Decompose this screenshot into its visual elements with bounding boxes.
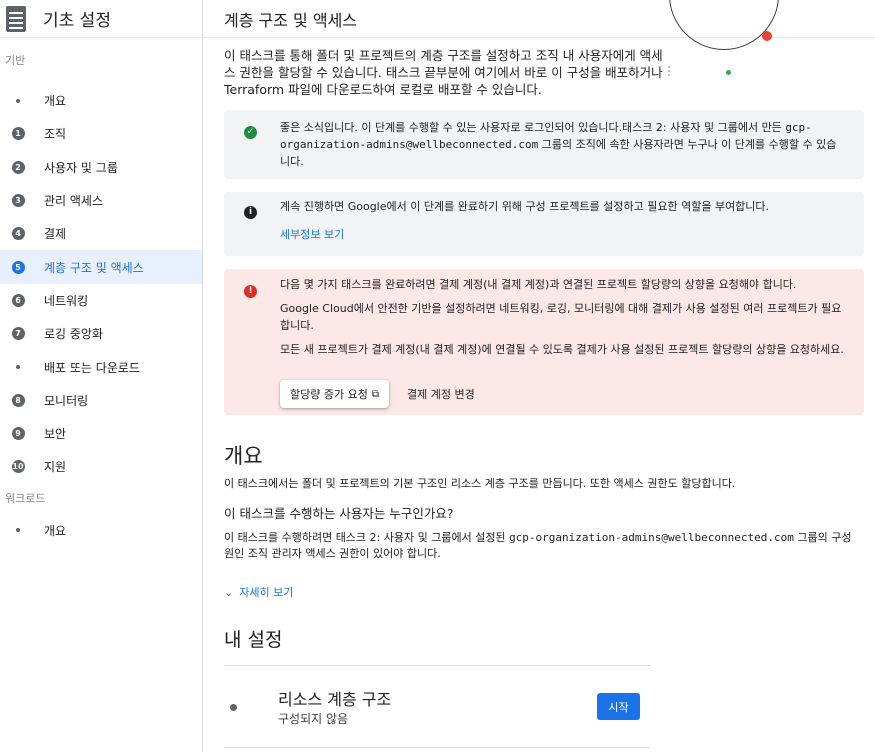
sidebar-item[interactable]: 7 로깅 중앙화 (0, 317, 202, 350)
info-notice: i 계속 진행하면 Google에서 이 단계를 완료하기 위해 구성 프로젝트… (224, 192, 864, 256)
sidebar-title: 기초 설정 (43, 11, 111, 31)
bullet-icon (16, 98, 20, 103)
illustration-circle (669, 0, 779, 50)
error-notice-body: 다음 몇 가지 태스크를 완료하려면 결제 계정(내 결제 계정)과 연결된 프… (280, 276, 844, 365)
bullet-icon (16, 528, 20, 533)
error-notice-text-3: 모든 새 프로젝트가 결제 계정(내 결제 계정)에 연결될 수 있도록 결제가… (280, 343, 844, 356)
illustration-red-dot (762, 31, 772, 41)
bullet-icon (16, 365, 20, 370)
illustration-dotted-line (668, 66, 678, 76)
sidebar-item[interactable]: 10 지원 (0, 450, 202, 483)
request-quota-button[interactable]: 할당량 증가 요청 ⧉ (280, 380, 389, 408)
sidebar-item[interactable]: 4 결제 (0, 217, 202, 250)
sidebar-item-label: 사용자 및 그룹 (44, 160, 118, 175)
success-notice-text: 좋은 소식입니다. 이 단계를 수행할 수 있는 사용자로 로그인되어 있습니다… (280, 121, 837, 168)
sidebar-item-label: 관리 액세스 (44, 194, 104, 209)
sidebar-workload-items: 개요 (0, 514, 202, 547)
setting-item-name: 리소스 계층 구조 (278, 690, 392, 709)
error-notice-text-1: 다음 몇 가지 태스크를 완료하려면 결제 계정(내 결제 계정)과 연결된 프… (280, 278, 797, 291)
illustration-green-dot (726, 70, 731, 75)
sidebar-item-marker: 2 (0, 160, 34, 174)
sidebar-item-marker: 4 (0, 227, 34, 241)
sidebar-workload-item[interactable]: 개요 (0, 514, 202, 547)
sidebar-item-marker: 8 (0, 393, 34, 407)
sidebar-item-marker (0, 365, 34, 370)
sidebar-item-label: 모니터링 (44, 393, 89, 408)
success-notice: ✓ 좋은 소식입니다. 이 단계를 수행할 수 있는 사용자로 로그인되어 있습… (224, 110, 864, 179)
sidebar-item-label: 개요 (44, 523, 67, 538)
step-number-badge: 7 (11, 327, 25, 341)
sidebar-items: 개요 1 조직 2 사용자 및 그룹 3 관리 액세스 4 결제 5 계층 구조 및 액세스 6 네트워… (0, 84, 202, 484)
sidebar-item-marker (0, 98, 34, 103)
step-number-badge: 5 (11, 260, 25, 274)
sidebar-item-label: 결제 (44, 227, 67, 242)
sidebar-item-label: 보안 (44, 427, 67, 442)
step-number-badge: 10 (11, 460, 25, 474)
learn-more-toggle[interactable]: ⌄ 자세히 보기 (224, 584, 293, 600)
sidebar-item-label: 개요 (44, 94, 67, 109)
sidebar-item-label: 배포 또는 다운로드 (44, 360, 140, 375)
info-notice-body: 계속 진행하면 Google에서 이 단계를 완료하기 위해 구성 프로젝트를 … (280, 198, 844, 243)
start-button[interactable]: 시작 (597, 693, 640, 720)
sidebar-item-label: 지원 (44, 460, 67, 475)
chevron-down-icon: ⌄ (224, 585, 234, 599)
sidebar-item-marker: 5 (0, 260, 34, 274)
info-notice-text: 계속 진행하면 Google에서 이 단계를 완료하기 위해 구성 프로젝트를 … (280, 200, 770, 213)
error-icon: ! (244, 285, 257, 298)
sidebar-item[interactable]: 8 모니터링 (0, 384, 202, 417)
who-text: 이 태스크를 수행하려면 태스크 2: 사용자 및 그룹에서 설정된 gcp-o… (224, 531, 852, 560)
step-number-badge: 3 (11, 194, 25, 208)
info-icon: i (244, 206, 257, 219)
sidebar-section-workload: 워크로드 (5, 491, 46, 505)
step-number-badge: 8 (11, 393, 25, 407)
overview-text: 이 태스크에서는 폴더 및 프로젝트의 기본 구조인 리소스 계층 구조를 만듭… (224, 477, 736, 490)
who-heading: 이 태스크를 수행하는 사용자는 누구인가요? (224, 506, 454, 521)
step-number-badge: 2 (11, 160, 25, 174)
sidebar-item-label: 로깅 중앙화 (44, 327, 104, 342)
sidebar-item-marker: 7 (0, 327, 34, 341)
step-number-badge: 6 (11, 293, 25, 307)
sidebar-item-marker: 9 (0, 427, 34, 441)
sidebar-item-marker: 10 (0, 460, 34, 474)
error-notice-actions: 할당량 증가 요청 ⧉ 결제 계정 변경 (280, 380, 475, 408)
sidebar: 기초 설정 기반 개요 1 조직 2 사용자 및 그룹 3 관리 액세스 4 결제 5 계층 구조 … (0, 0, 203, 752)
open-external-icon: ⧉ (371, 388, 379, 400)
sidebar-item[interactable]: 9 보안 (0, 417, 202, 450)
sidebar-item[interactable]: 개요 (0, 84, 202, 117)
change-billing-account-button[interactable]: 결제 계정 변경 (407, 386, 475, 403)
sidebar-item[interactable]: 2 사용자 및 그룹 (0, 151, 202, 184)
sidebar-item[interactable]: 1 조직 (0, 117, 202, 150)
sidebar-item-label: 네트워킹 (44, 293, 89, 308)
learn-more-label: 자세히 보기 (239, 586, 294, 599)
error-notice: ! 다음 몇 가지 태스크를 완료하려면 결제 계정(내 결제 계정)과 연결된… (224, 269, 864, 415)
sidebar-item[interactable]: 6 네트워킹 (0, 284, 202, 317)
sidebar-item[interactable]: 3 관리 액세스 (0, 184, 202, 217)
settings-heading: 내 설정 (224, 629, 283, 651)
sidebar-item-label: 조직 (44, 127, 67, 142)
overview-heading: 개요 (224, 444, 263, 468)
setting-item-status: 구성되지 않음 (278, 712, 349, 726)
sidebar-item-marker: 3 (0, 194, 34, 208)
main-content: 계층 구조 및 액세스 이 태스크를 통해 폴더 및 프로젝트의 계층 구조를 … (204, 0, 875, 752)
sidebar-item-marker (0, 528, 34, 533)
step-number-badge: 4 (11, 227, 25, 241)
check-circle-icon: ✓ (244, 126, 257, 139)
status-dot (230, 704, 237, 711)
intro-text: 이 태스크를 통해 폴더 및 프로젝트의 계층 구조를 설정하고 조직 내 사용… (224, 48, 663, 97)
sidebar-item-label: 계층 구조 및 액세스 (44, 260, 144, 275)
sidebar-item[interactable]: 배포 또는 다운로드 (0, 350, 202, 383)
step-number-badge: 1 (11, 127, 25, 141)
checklist-icon (6, 5, 26, 32)
sidebar-item-marker: 1 (0, 127, 34, 141)
divider (224, 665, 650, 666)
sidebar-item-marker: 6 (0, 293, 34, 307)
view-details-link[interactable]: 세부정보 보기 (280, 226, 844, 243)
sidebar-item[interactable]: 5 계층 구조 및 액세스 (0, 250, 202, 284)
error-notice-text-2: Google Cloud에서 안전한 기반을 설정하려면 네트워킹, 로깅, 모… (280, 302, 842, 332)
divider (224, 747, 650, 748)
sidebar-header: 기초 설정 (0, 0, 202, 38)
sidebar-section-base: 기반 (5, 54, 26, 67)
request-quota-label: 할당량 증가 요청 (290, 387, 368, 401)
step-number-badge: 9 (11, 427, 25, 441)
